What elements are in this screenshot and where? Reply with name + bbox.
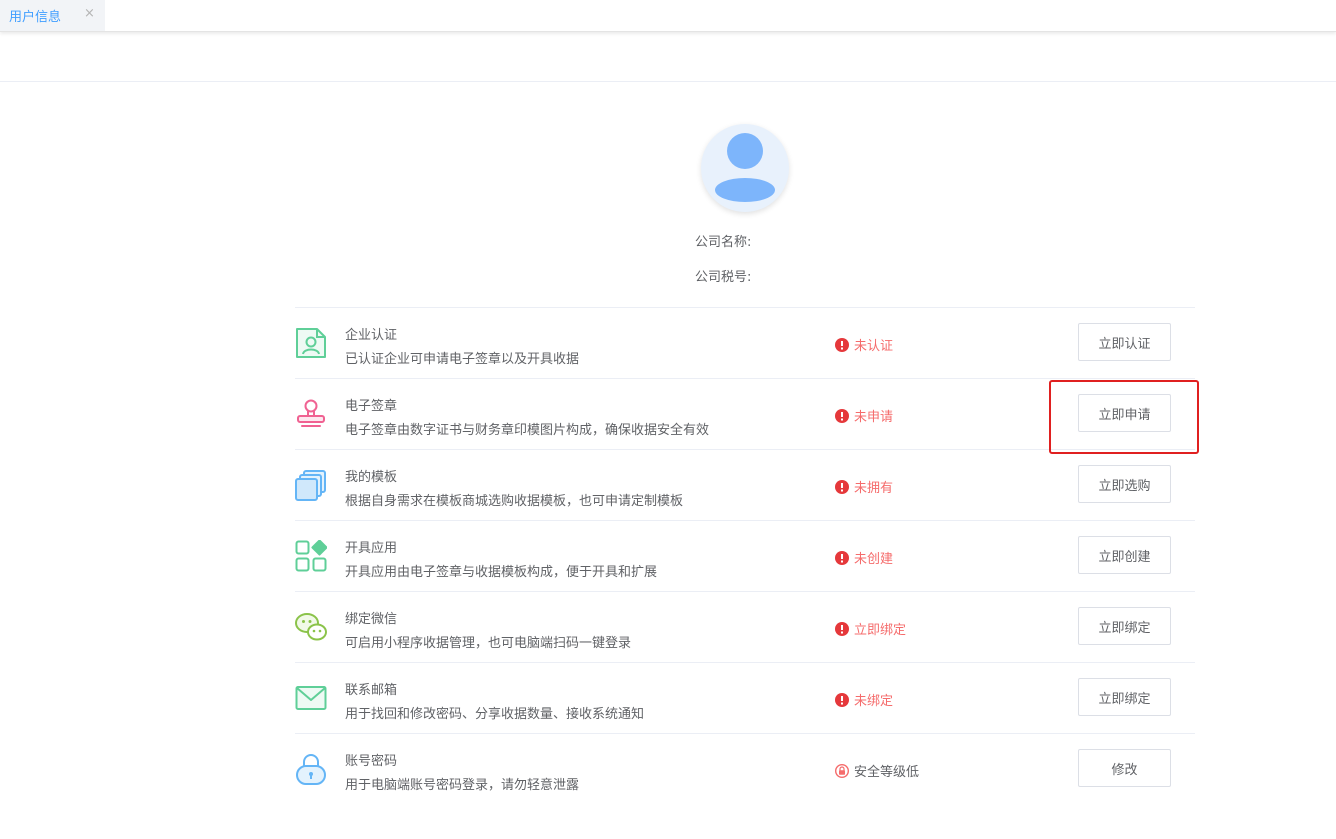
status-badge: 未创建: [835, 548, 893, 567]
status-badge: 未拥有: [835, 477, 893, 496]
close-icon[interactable]: ×: [84, 6, 95, 21]
lock-icon: [296, 754, 326, 785]
status-text: 未认证: [854, 339, 894, 354]
item-title: 我的模板: [345, 470, 398, 485]
status-badge: 未申请: [835, 406, 893, 425]
item-description: 用于找回和修改密码、分享收据数量、接收系统通知: [345, 707, 645, 722]
status-text: 立即绑定: [854, 623, 907, 638]
create-now-button[interactable]: 立即创建: [1078, 536, 1171, 574]
user-icon: [715, 133, 775, 202]
avatar: [701, 124, 789, 212]
status-badge: 安全等级低: [835, 761, 919, 780]
status-badge: 未认证: [835, 335, 893, 354]
item-title: 联系邮箱: [345, 683, 398, 698]
wechat-icon: [295, 613, 327, 641]
warning-icon: [835, 550, 849, 565]
security-lock-icon: [835, 763, 849, 778]
tab-label: 用户信息: [9, 10, 62, 25]
item-description: 用于电脑端账号密码登录，请勿轻意泄露: [345, 778, 580, 793]
mail-icon: [295, 686, 327, 710]
template-icon: [295, 470, 326, 501]
status-text: 未申请: [854, 410, 894, 425]
item-description: 根据自身需求在模板商城选购收据模板，也可申请定制模板: [345, 494, 684, 509]
list-item: 我的模板 根据自身需求在模板商城选购收据模板，也可申请定制模板 未拥有 立即选购: [295, 450, 1195, 521]
item-title: 电子签章: [345, 399, 398, 414]
buy-now-button[interactable]: 立即选购: [1078, 465, 1171, 503]
company-tax-label: 公司税号:: [695, 270, 752, 285]
item-description: 电子签章由数字证书与财务章印模图片构成，确保收据安全有效: [345, 423, 710, 438]
list-item: 绑定微信 可启用小程序收据管理，也可电脑端扫码一键登录 立即绑定 立即绑定: [295, 592, 1195, 663]
stamp-icon: [297, 399, 325, 427]
warning-icon: [835, 408, 849, 423]
warning-icon: [835, 479, 849, 494]
warning-icon: [835, 692, 849, 707]
status-badge: 立即绑定: [835, 619, 906, 638]
list-item: 开具应用 开具应用由电子签章与收据模板构成，便于开具和扩展 未创建 立即创建: [295, 521, 1195, 592]
list-item: 联系邮箱 用于找回和修改密码、分享收据数量、接收系统通知 未绑定 立即绑定: [295, 663, 1195, 734]
tab-user-info[interactable]: 用户信息 ×: [0, 0, 105, 31]
item-title: 绑定微信: [345, 612, 398, 627]
certificate-icon: [296, 328, 326, 358]
item-description: 已认证企业可申请电子签章以及开具收据: [345, 352, 580, 367]
item-title: 账号密码: [345, 754, 398, 769]
tab-bar: 用户信息 ×: [0, 0, 1336, 32]
account-settings-list: 企业认证 已认证企业可申请电子签章以及开具收据 未认证 立即认证 电子签章 电子…: [295, 307, 1195, 805]
item-description: 开具应用由电子签章与收据模板构成，便于开具和扩展: [345, 565, 658, 580]
company-name-label: 公司名称:: [695, 235, 752, 250]
status-text: 未创建: [854, 552, 894, 567]
status-badge: 未绑定: [835, 690, 893, 709]
item-title: 企业认证: [345, 328, 398, 343]
list-item: 账号密码 用于电脑端账号密码登录，请勿轻意泄露 安全等级低 修改: [295, 734, 1195, 805]
apps-icon: [295, 540, 327, 572]
item-title: 开具应用: [345, 541, 398, 556]
item-description: 可启用小程序收据管理，也可电脑端扫码一键登录: [345, 636, 632, 651]
verify-now-button[interactable]: 立即认证: [1078, 323, 1171, 361]
list-item: 企业认证 已认证企业可申请电子签章以及开具收据 未认证 立即认证: [295, 308, 1195, 379]
apply-now-button[interactable]: 立即申请: [1078, 394, 1171, 432]
sub-header: [0, 40, 1336, 82]
status-text: 未拥有: [854, 481, 894, 496]
modify-password-button[interactable]: 修改: [1078, 749, 1171, 787]
bind-email-button[interactable]: 立即绑定: [1078, 678, 1171, 716]
bind-wechat-button[interactable]: 立即绑定: [1078, 607, 1171, 645]
list-item: 电子签章 电子签章由数字证书与财务章印模图片构成，确保收据安全有效 未申请 立即…: [295, 379, 1195, 450]
warning-icon: [835, 621, 849, 636]
status-text: 未绑定: [854, 694, 894, 709]
warning-icon: [835, 337, 849, 352]
status-text: 安全等级低: [854, 765, 920, 780]
